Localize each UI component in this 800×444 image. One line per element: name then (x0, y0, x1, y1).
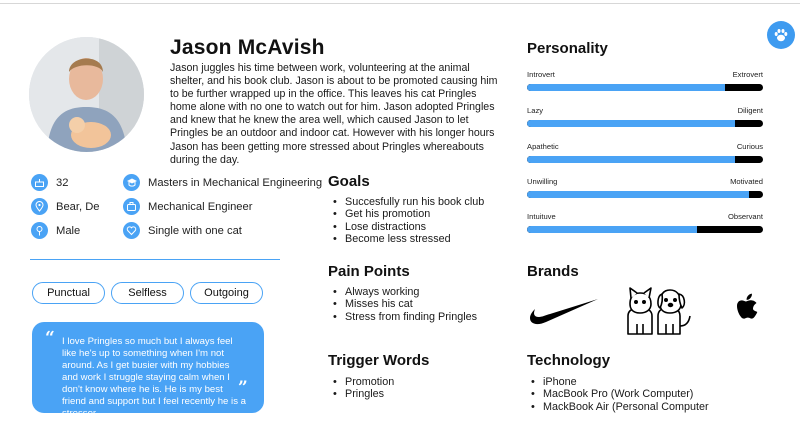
scale-fill (527, 84, 726, 91)
scale-fill (527, 120, 735, 127)
scale-left-label: Intuituve (527, 212, 556, 221)
list-item: Lose distractions (333, 221, 484, 233)
technology-heading: Technology (527, 352, 611, 369)
scale-right-label: Observant (727, 212, 763, 221)
fact-age: 32 (31, 174, 68, 191)
scale-track (527, 120, 763, 127)
trigger-words-list: Promotion Pringles (333, 376, 394, 401)
scale-track (527, 226, 763, 233)
persona-bio: Jason juggles his time between work, vol… (170, 62, 498, 166)
list-item: Stress from finding Pringles (333, 311, 477, 323)
section-divider (30, 259, 280, 260)
fact-occupation: Mechanical Engineer (123, 198, 252, 215)
list-item: Always working (333, 286, 477, 298)
top-divider (0, 3, 800, 4)
scale-track (527, 84, 763, 91)
fact-occupation-value: Mechanical Engineer (148, 200, 253, 213)
avatar (29, 37, 144, 152)
trait-pill-outgoing: Outgoing (190, 282, 263, 304)
personality-scale: Apathetic Curious (527, 142, 763, 163)
goals-heading: Goals (328, 173, 370, 190)
scale-left-label: Unwilling (527, 177, 558, 186)
graduation-cap-icon (123, 174, 140, 191)
paw-icon (774, 29, 788, 42)
male-icon (31, 222, 48, 239)
personality-scale: Lazy Diligent (527, 106, 763, 127)
scale-fill (527, 191, 749, 198)
fact-relationship-value: Single with one cat (148, 224, 242, 237)
scale-fill (527, 156, 735, 163)
scale-right-label: Curious (736, 142, 763, 151)
list-item: Pringles (333, 388, 394, 400)
quote-text: I love Pringles so much but I always fee… (62, 336, 246, 419)
personality-heading: Personality (527, 40, 608, 57)
pain-points-heading: Pain Points (328, 263, 410, 280)
scale-track (527, 156, 763, 163)
quote-card: “ I love Pringles so much but I always f… (32, 322, 264, 419)
list-item: Promotion (333, 376, 394, 388)
apple-logo (736, 293, 760, 328)
technology-list: iPhone MacBook Pro (Work Computer) MackB… (531, 376, 709, 413)
trait-pill-selfless: Selfless (111, 282, 184, 304)
trigger-words-heading: Trigger Words (328, 352, 430, 369)
list-item: iPhone (531, 376, 709, 388)
scale-left-label: Lazy (527, 106, 544, 115)
scale-left-label: Introvert (527, 70, 555, 79)
list-item: Misses his cat (333, 298, 477, 310)
scale-right-label: Extrovert (732, 70, 763, 79)
personality-scale: Introvert Extrovert (527, 70, 763, 91)
fact-education-value: Masters in Mechanical Engineering (148, 176, 323, 189)
scale-right-label: Motivated (730, 177, 763, 186)
fact-location-value: Bear, De (56, 200, 100, 213)
fact-gender: Male (31, 222, 80, 239)
fact-gender-value: Male (56, 224, 81, 237)
trait-pill-punctual: Punctual (32, 282, 105, 304)
close-quote-icon: ” (238, 378, 248, 398)
fact-education: Masters in Mechanical Engineering (123, 174, 322, 191)
briefcase-icon (123, 198, 140, 215)
pain-points-list: Always working Misses his cat Stress fro… (333, 286, 477, 323)
personality-scale: Intuituve Observant (527, 212, 763, 233)
location-pin-icon (31, 198, 48, 215)
heart-icon (123, 222, 140, 239)
list-item: Get his promotion (333, 208, 484, 220)
fact-location: Bear, De (31, 198, 100, 215)
fact-relationship: Single with one cat (123, 222, 242, 239)
list-item: Become less stressed (333, 233, 484, 245)
goals-list: Succesfully run his book club Get his pr… (333, 196, 484, 245)
fact-age-value: 32 (56, 176, 69, 189)
scale-fill (527, 226, 697, 233)
list-item: MackBook Air (Personal Computer (531, 401, 709, 413)
personality-scale: Unwilling Motivated (527, 177, 763, 198)
brands-heading: Brands (527, 263, 579, 280)
list-item: Succesfully run his book club (333, 196, 484, 208)
list-item: MacBook Pro (Work Computer) (531, 388, 709, 400)
persona-name: Jason McAvish (170, 36, 325, 59)
cat-and-dog-logo (624, 282, 694, 341)
scale-track (527, 191, 763, 198)
scale-left-label: Apathetic (527, 142, 559, 151)
open-quote-icon: “ (45, 328, 55, 348)
scale-right-label: Diligent (737, 106, 763, 115)
nike-swoosh-logo (528, 297, 600, 334)
paw-button[interactable] (767, 21, 795, 49)
cake-icon (31, 174, 48, 191)
